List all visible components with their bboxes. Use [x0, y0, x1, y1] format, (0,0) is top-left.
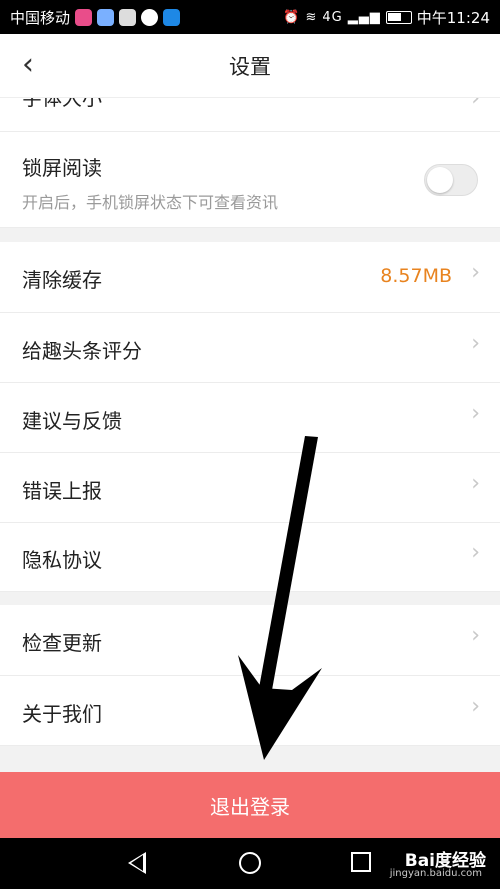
- row-label: 给趣头条评分: [22, 339, 142, 363]
- row-label: 锁屏阅读: [22, 156, 102, 180]
- network-type: 4G: [322, 9, 343, 25]
- watermark-url: jingyan.baidu.com: [389, 868, 482, 879]
- row-description: 开启后，手机锁屏状态下可查看资讯: [22, 193, 279, 212]
- settings-row-feedback[interactable]: 建议与反馈 ›: [0, 383, 500, 453]
- settings-row-clear-cache[interactable]: 清除缓存 8.57MB ›: [0, 242, 500, 313]
- row-label: 隐私协议: [22, 548, 102, 572]
- row-label: 检查更新: [22, 631, 102, 655]
- battery-icon: [385, 10, 412, 24]
- status-bar: 中国移动 ⏰ ≋ 4G ▂▄▆ 中午11:24: [0, 0, 500, 34]
- header: ‹ 设置: [0, 34, 500, 98]
- message-icon: [141, 8, 159, 26]
- system-nav-bar: Bai度经验 jingyan.baidu.com: [0, 838, 500, 889]
- back-icon[interactable]: ‹: [22, 50, 34, 80]
- settings-row-rate[interactable]: 给趣头条评分 ›: [0, 313, 500, 383]
- chevron-right-icon: ›: [471, 540, 480, 565]
- settings-row-about[interactable]: 关于我们 ›: [0, 676, 500, 746]
- chevron-right-icon: ›: [471, 471, 480, 496]
- row-label: 错误上报: [22, 479, 102, 503]
- logout-button[interactable]: 退出登录: [0, 772, 500, 838]
- signal-icon: ▂▄▆: [347, 9, 381, 25]
- chevron-right-icon: ›: [471, 623, 480, 648]
- nav-back-icon[interactable]: [128, 852, 146, 874]
- settings-row-report[interactable]: 错误上报 ›: [0, 453, 500, 523]
- nav-recents-icon[interactable]: [351, 852, 371, 872]
- clock: 中午11:24: [416, 8, 490, 27]
- settings-row-privacy[interactable]: 隐私协议 ›: [0, 523, 500, 592]
- app-notification-icon: [97, 8, 115, 26]
- shield-icon: [163, 8, 181, 26]
- nav-home-icon[interactable]: [239, 852, 261, 874]
- row-label: 清除缓存: [22, 268, 102, 292]
- chevron-right-icon: ›: [471, 401, 480, 426]
- chevron-right-icon: ›: [471, 260, 480, 285]
- app-notification-icon: [75, 8, 93, 26]
- chevron-right-icon: ›: [471, 331, 480, 356]
- page-title: 设置: [229, 54, 271, 79]
- chevron-right-icon: ›: [471, 98, 480, 111]
- row-label: 字体大小: [22, 98, 102, 110]
- cache-size-value: 8.57MB: [380, 265, 452, 287]
- wifi-icon: ≋: [305, 9, 318, 25]
- carrier-name: 中国移动: [10, 8, 71, 27]
- settings-row-font-size[interactable]: 字体大小 ›: [0, 98, 500, 132]
- row-label: 建议与反馈: [22, 409, 122, 433]
- app-notification-icon: [119, 8, 137, 26]
- toggle-knob: [427, 167, 453, 193]
- settings-row-update[interactable]: 检查更新 ›: [0, 605, 500, 676]
- lock-screen-toggle[interactable]: [424, 164, 478, 196]
- logout-label: 退出登录: [210, 794, 290, 819]
- alarm-icon: ⏰: [283, 9, 301, 25]
- chevron-right-icon: ›: [471, 694, 480, 719]
- settings-row-lock-screen: 锁屏阅读 开启后，手机锁屏状态下可查看资讯: [0, 132, 500, 228]
- row-label: 关于我们: [22, 702, 102, 726]
